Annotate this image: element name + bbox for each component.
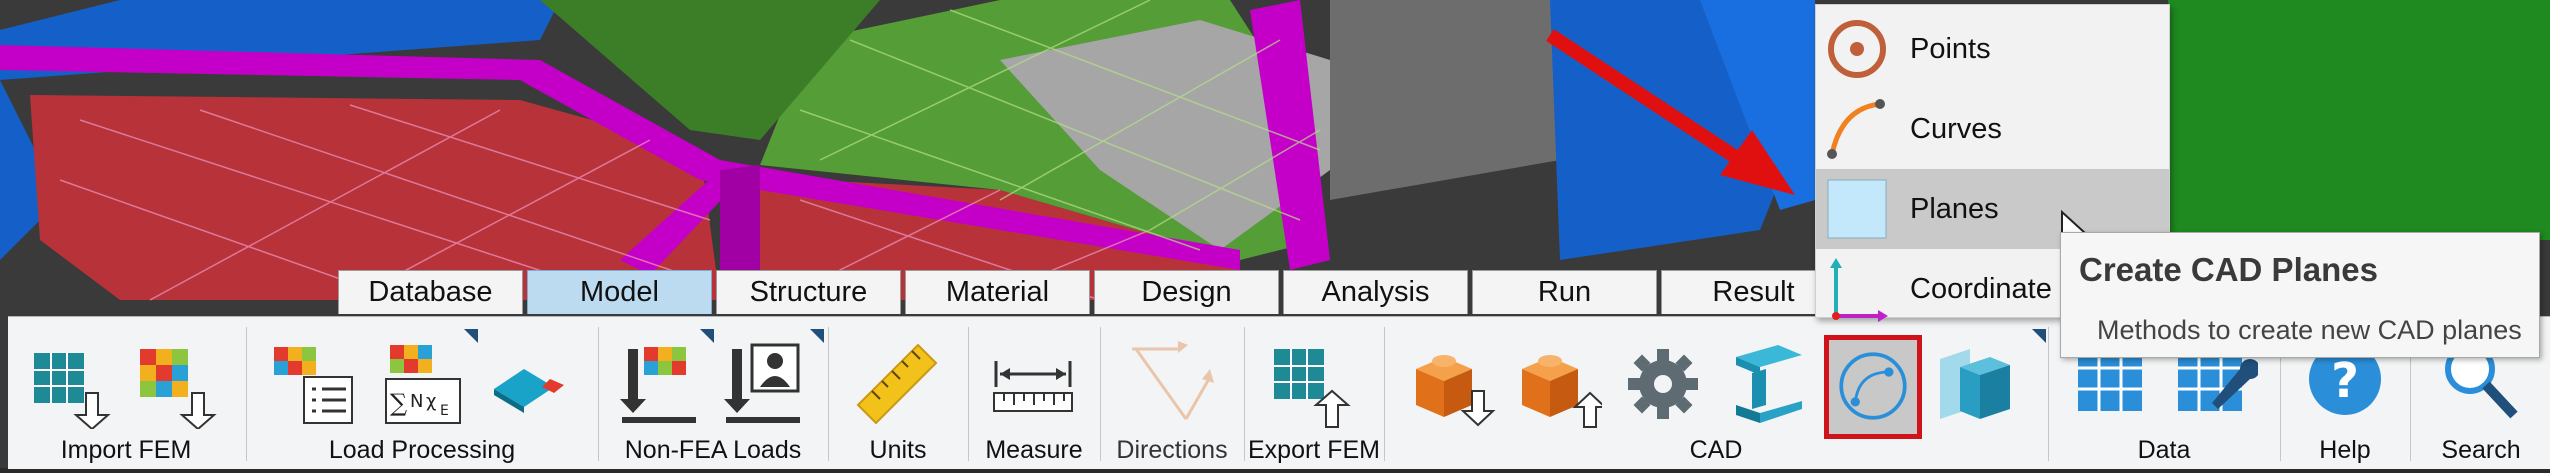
tab-database[interactable]: Database [338,270,523,314]
menu-item-curves[interactable]: Curves [1816,89,2169,169]
dropdown-indicator-icon [464,329,478,343]
dropdown-indicator-icon [2032,329,2046,343]
group-units: Units [830,323,966,469]
group-divider [1384,327,1385,461]
tab-model[interactable]: Model [527,270,712,314]
plane-icon [1827,179,1887,239]
tooltip-title: Create CAD Planes [2079,251,2378,288]
cad-export-button[interactable] [1512,339,1608,429]
load-table-button[interactable] [268,339,358,429]
svg-text:E: E [440,403,449,419]
group-label-import-fem: Import FEM [60,436,192,464]
non-fea-load-user-button[interactable] [718,339,808,429]
menu-item-label: Coordinate [1910,272,2052,305]
group-divider [246,327,247,461]
i-beam-icon [1736,345,1802,423]
group-divider [828,327,829,461]
measure-button[interactable] [988,339,1078,429]
user-load-icon [724,343,800,423]
cad-export-icon [1522,355,1608,428]
group-label-load-processing: Load Processing [328,436,516,464]
units-button[interactable] [852,339,942,429]
tab-design[interactable]: Design [1094,270,1279,314]
group-label-non-fea-loads: Non-FEA Loads [624,436,802,464]
svg-text:N: N [410,391,423,412]
tooltip-description: Methods to create new CAD planes [2097,315,2522,345]
group-label-directions: Directions [1116,436,1228,464]
point-target-icon [1828,20,1886,78]
load-mapping-icon [494,369,564,413]
cad-import-button[interactable] [1406,339,1496,429]
create-cad-button[interactable] [1824,335,1922,439]
coordinate-axes-icon [1830,258,1888,322]
svg-text:χ: χ [426,391,436,412]
load-arrow-down-icon [620,347,696,423]
tooltip-create-cad-planes: Create CAD Planes Methods to create new … [2060,232,2540,358]
dropdown-indicator-icon [810,329,824,343]
non-fea-load-button[interactable] [614,339,704,429]
tab-structure[interactable]: Structure [716,270,901,314]
cad-plate-button[interactable] [1930,339,2020,429]
menu-item-label: Curves [1910,112,2002,145]
menu-item-label: Points [1910,32,1991,65]
group-label-data: Data [2137,436,2191,464]
measure-distance-icon [993,361,1073,412]
svg-text:?: ? [2331,353,2359,409]
tab-analysis[interactable]: Analysis [1283,270,1468,314]
grid-export-icon [1274,349,1351,428]
group-label-help: Help [2319,436,2371,464]
import-fem-grid-button[interactable] [26,339,116,431]
load-list-icon [274,347,353,424]
gear-icon [1628,349,1698,419]
cad-solid-icon [1940,349,2010,419]
group-label-search: Search [2441,436,2521,464]
load-mapping-button[interactable] [484,339,574,429]
grid-import-icon [34,353,111,431]
group-label-units: Units [869,436,927,464]
colored-grid-import-icon [140,349,217,431]
group-export-fem: Export FEM [1246,323,1382,469]
cad-beam-button[interactable] [1722,339,1812,429]
group-load-processing: ∑ N χ E Load Processing [248,323,596,469]
create-cad-curve-icon [1839,352,1907,420]
direction-vector-icon [1132,341,1214,420]
cad-settings-button[interactable] [1618,339,1708,429]
menu-item-points[interactable]: Points [1816,9,2169,89]
svg-text:∑: ∑ [390,389,407,417]
group-divider [2048,327,2049,461]
directions-button[interactable] [1126,339,1216,429]
menu-item-label: Planes [1910,192,1999,225]
group-label-export-fem: Export FEM [1248,436,1380,464]
tab-run[interactable]: Run [1472,270,1657,314]
group-cad: CAD [1386,323,2046,469]
group-divider [1244,327,1245,461]
sum-load-icon: ∑ N χ E [385,345,461,424]
dropdown-indicator-icon [700,329,714,343]
import-fem-results-button[interactable] [132,339,222,431]
group-divider [598,327,599,461]
group-non-fea-loads: Non-FEA Loads [600,323,826,469]
group-import-fem: Import FEM [8,323,244,469]
ruler-icon [856,343,938,425]
group-measure: Measure [970,323,1098,469]
group-label-measure: Measure [985,436,1083,464]
group-label-cad: CAD [1689,436,1743,464]
export-fem-button[interactable] [1266,339,1356,429]
ribbon-tab-bar: Database Model Structure Material Design… [338,270,1850,316]
group-divider [1100,327,1101,461]
group-directions: Directions [1102,323,1242,469]
curve-icon [1827,99,1885,159]
load-combination-button[interactable]: ∑ N χ E [378,339,468,429]
tab-material[interactable]: Material [905,270,1090,314]
cad-import-icon [1416,355,1496,427]
group-divider [968,327,969,461]
